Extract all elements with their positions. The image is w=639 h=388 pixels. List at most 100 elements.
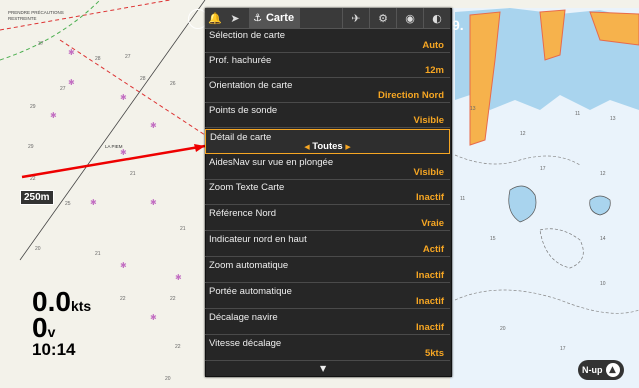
menu-item-aidesnav[interactable]: AidesNav sur vue en plongée Visible [205, 155, 450, 180]
menu-item-orientation-de-carte[interactable]: Orientation de carte Direction Nord [205, 78, 450, 103]
orientation-label: N-up [582, 365, 603, 375]
menu-item-value: Inactif [416, 270, 444, 281]
bell-icon[interactable]: 🔔 [205, 8, 225, 28]
svg-text:✱: ✱ [120, 148, 127, 157]
eye-icon[interactable]: ◉ [396, 8, 423, 28]
svg-text:22: 22 [170, 296, 176, 302]
speed-unit: kts [70, 298, 92, 314]
menu-item-reference-nord[interactable]: Référence Nord Vraie [205, 206, 450, 231]
svg-text:25: 25 [65, 201, 71, 207]
menu-item-label: Référence Nord [209, 208, 277, 219]
menu-item-selection-de-carte[interactable]: Sélection de carte Auto [205, 28, 450, 53]
menu-item-value: Auto [422, 40, 444, 51]
menu-item-detail-de-carte[interactable]: Détail de carte ◀ Toutes ▶ [205, 129, 450, 154]
svg-text:✱: ✱ [68, 48, 75, 57]
chart-annotation: LA PIEM [105, 144, 123, 149]
svg-text:✱: ✱ [175, 273, 182, 282]
menu-item-value: Inactif [416, 192, 444, 203]
menu-item-portee-automatique[interactable]: Portée automatique Inactif [205, 284, 450, 309]
tab-carte[interactable]: ⚓ Carte [249, 8, 301, 28]
menu-item-value: Visible [413, 115, 444, 126]
svg-text:✱: ✱ [120, 261, 127, 270]
svg-text:17: 17 [560, 346, 566, 352]
clock: 10:14 [32, 340, 76, 359]
svg-text:11: 11 [575, 111, 580, 117]
svg-text:21: 21 [95, 251, 101, 257]
menu-item-value: ◀ Toutes ▶ [304, 141, 351, 152]
svg-text:12: 12 [520, 131, 526, 137]
settings-icon[interactable]: ⚙ [369, 8, 396, 28]
svg-text:✱: ✱ [150, 198, 157, 207]
svg-text:✱: ✱ [150, 313, 157, 322]
svg-text:12: 12 [600, 171, 606, 177]
menu-item-value: Inactif [416, 296, 444, 307]
svg-text:✱: ✱ [68, 78, 75, 87]
svg-text:11: 11 [460, 196, 465, 202]
scale-indicator: 250m [20, 190, 54, 205]
svg-text:10: 10 [600, 281, 606, 287]
svg-text:14: 14 [600, 236, 606, 242]
menu-item-label: Zoom automatique [209, 260, 289, 271]
svg-text:28: 28 [95, 56, 101, 62]
svg-text:27: 27 [60, 86, 66, 92]
navigate-icon[interactable]: ➤ [225, 8, 245, 28]
svg-text:✱: ✱ [120, 93, 127, 102]
svg-text:13: 13 [470, 106, 476, 112]
svg-text:20: 20 [35, 246, 41, 252]
speed-readout: 0.0kts 0v 10:14 [32, 286, 91, 360]
menu-item-label: Prof. hachurée [209, 55, 272, 66]
svg-text:17: 17 [540, 166, 546, 172]
menu-item-value: Vraie [421, 218, 444, 229]
menu-item-label: Sélection de carte [209, 30, 286, 41]
menu-item-value: 12m [424, 65, 444, 76]
chart-icon: ⚓ [253, 12, 262, 24]
menu-item-value: 5kts [424, 348, 444, 359]
menu-item-zoom-texte-carte[interactable]: Zoom Texte Carte Inactif [205, 180, 450, 205]
svg-text:22: 22 [120, 296, 126, 302]
menu-item-zoom-automatique[interactable]: Zoom automatique Inactif [205, 258, 450, 283]
detail-value: Toutes [312, 141, 343, 152]
svg-text:22: 22 [30, 176, 36, 182]
svg-text:29: 29 [28, 144, 34, 150]
menu-item-label: Portée automatique [209, 286, 292, 297]
menu-item-label: AidesNav sur vue en plongée [209, 157, 334, 168]
orientation-button[interactable]: N-up ▲ [578, 360, 624, 380]
arrow-left-icon[interactable]: ◀ [304, 143, 309, 151]
menu-item-points-de-sonde[interactable]: Points de sonde Visible [205, 103, 450, 128]
sonar-icon[interactable]: ◐ [423, 8, 450, 28]
menu-item-value: Visible [413, 167, 444, 178]
heading-unit: v [47, 324, 56, 340]
menu-item-label: Indicateur nord en haut [209, 234, 307, 245]
arrow-right-icon[interactable]: ▶ [345, 143, 350, 151]
svg-text:27: 27 [125, 54, 131, 60]
menu-item-label: Points de sonde [209, 105, 278, 116]
menu-item-label: Zoom Texte Carte [209, 182, 285, 193]
depth-readout: 9. [452, 17, 464, 33]
menu-item-value: Inactif [416, 322, 444, 333]
menu-item-indicateur-nord[interactable]: Indicateur nord en haut Actif [205, 232, 450, 257]
menu-item-prof-hachuree[interactable]: Prof. hachurée 12m [205, 53, 450, 78]
menu-item-label: Vitesse décalage [209, 338, 282, 349]
svg-text:20: 20 [165, 376, 171, 382]
svg-text:26: 26 [170, 81, 176, 87]
menu-item-vitesse-decalage[interactable]: Vitesse décalage 5kts [205, 336, 450, 361]
tab-carte-label: Carte [265, 12, 295, 24]
north-arrow-icon: ▲ [605, 363, 620, 377]
svg-text:✱: ✱ [90, 198, 97, 207]
svg-text:PRENDRE PRÉCAUTIONS: PRENDRE PRÉCAUTIONS [8, 9, 64, 15]
menu-item-value: Direction Nord [378, 90, 444, 101]
menu-item-value: Actif [422, 244, 444, 255]
svg-text:RESTREINTE: RESTREINTE [8, 16, 37, 21]
scroll-down-icon[interactable]: ▼ [320, 364, 326, 373]
menu-item-decalage-navire[interactable]: Décalage navire Inactif [205, 310, 450, 335]
svg-text:13: 13 [610, 116, 616, 122]
svg-text:22: 22 [175, 344, 181, 350]
svg-text:21: 21 [180, 226, 186, 232]
menu-tab-bar: 🔔 ➤ ⚓ Carte ✈ ⚙ ◉ ◐ [205, 8, 450, 29]
svg-text:21: 21 [130, 171, 136, 177]
svg-text:15: 15 [490, 236, 496, 242]
svg-text:✱: ✱ [50, 111, 57, 120]
satellite-icon[interactable]: ✈ [342, 8, 369, 28]
svg-text:37: 37 [38, 41, 44, 47]
heading-value: 0 [32, 312, 48, 343]
